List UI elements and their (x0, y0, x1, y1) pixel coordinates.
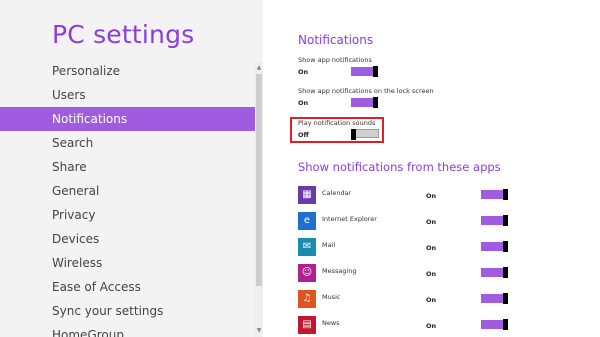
setting-lock-screen-notifications: Show app notifications on the lock scree… (298, 87, 434, 108)
setting-label: Show app notifications on the lock scree… (298, 87, 434, 95)
app-state: On (426, 244, 437, 252)
mail-icon: ✉ (298, 238, 316, 256)
app-state: On (426, 192, 437, 200)
app-name: Messaging (322, 267, 357, 275)
nav-item-privacy[interactable]: Privacy (0, 203, 255, 227)
calendar-notifications-toggle[interactable] (481, 189, 508, 200)
nav-item-label: Personalize (52, 64, 121, 78)
setting-label: Show app notifications (298, 56, 372, 64)
toggle-knob (503, 319, 508, 330)
nav-item-label: Wireless (52, 256, 103, 270)
setting-show-app-notifications: Show app notifications On (298, 56, 378, 77)
calendar-icon: ▦ (298, 186, 316, 204)
nav-item-label: Notifications (52, 112, 128, 126)
page-title: PC settings (52, 20, 195, 49)
nav-item-homegroup[interactable]: HomeGroup (0, 323, 255, 337)
scroll-down-arrow-icon[interactable]: ▼ (255, 327, 263, 335)
toggle-knob (503, 189, 508, 200)
nav-item-general[interactable]: General (0, 179, 255, 203)
nav-item-label: Devices (52, 232, 100, 246)
app-name: Mail (322, 241, 336, 249)
nav-item-devices[interactable]: Devices (0, 227, 255, 251)
toggle-knob (503, 293, 508, 304)
mail-notifications-toggle[interactable] (481, 241, 508, 252)
nav-item-label: Ease of Access (52, 280, 141, 294)
news-icon: ▤ (298, 316, 316, 334)
toggle-knob (373, 66, 378, 77)
nav-item-share[interactable]: Share (0, 155, 255, 179)
nav-item-label: Share (52, 160, 87, 174)
app-row-calendar: ▦ Calendar On (298, 186, 508, 206)
nav-item-label: General (52, 184, 100, 198)
toggle-knob (373, 97, 378, 108)
nav-list: Personalize Users Notifications Search S… (0, 59, 255, 337)
section-title-notifications: Notifications (298, 33, 374, 47)
content-pane: Notifications Show app notifications On … (263, 0, 600, 337)
app-row-internet-explorer: e Internet Explorer On (298, 212, 508, 232)
section-title-apps: Show notifications from these apps (298, 160, 501, 174)
nav-item-label: HomeGroup (52, 328, 124, 337)
nav-item-label: Search (52, 136, 94, 150)
lock-screen-notifications-toggle[interactable] (351, 97, 378, 108)
app-row-messaging: ☺ Messaging On (298, 264, 508, 284)
toggle-knob (503, 215, 508, 226)
nav-item-users[interactable]: Users (0, 83, 255, 107)
nav-item-label: Sync your settings (52, 304, 164, 318)
nav-scrollbar[interactable]: ▲ ▼ (255, 62, 263, 337)
show-app-notifications-toggle[interactable] (351, 66, 378, 77)
nav-item-sync-your-settings[interactable]: Sync your settings (0, 299, 255, 323)
app-name: Calendar (322, 189, 352, 197)
app-state: On (426, 270, 437, 278)
scroll-up-arrow-icon[interactable]: ▲ (255, 64, 263, 72)
nav-item-personalize[interactable]: Personalize (0, 59, 255, 83)
app-state: On (426, 218, 437, 226)
left-pane: PC settings Personalize Users Notificati… (0, 0, 263, 337)
nav-item-label: Privacy (52, 208, 96, 222)
internet-explorer-notifications-toggle[interactable] (481, 215, 508, 226)
app-row-news: ▤ News On (298, 316, 508, 336)
app-name: Internet Explorer (322, 215, 377, 223)
setting-state: On (298, 99, 309, 107)
messaging-notifications-toggle[interactable] (481, 267, 508, 278)
toggle-knob (503, 267, 508, 278)
news-notifications-toggle[interactable] (481, 319, 508, 330)
messaging-icon: ☺ (298, 264, 316, 282)
nav-item-notifications[interactable]: Notifications (0, 107, 255, 131)
highlight-box (290, 117, 384, 143)
internet-explorer-icon: e (298, 212, 316, 230)
nav-item-label: Users (52, 88, 86, 102)
music-icon: ♫ (298, 290, 316, 308)
app-name: Music (322, 293, 341, 301)
nav-item-ease-of-access[interactable]: Ease of Access (0, 275, 255, 299)
setting-state: On (298, 68, 309, 76)
app-state: On (426, 322, 437, 330)
scroll-thumb[interactable] (256, 74, 262, 286)
app-row-mail: ✉ Mail On (298, 238, 508, 258)
app-name: News (322, 319, 340, 327)
nav-item-wireless[interactable]: Wireless (0, 251, 255, 275)
nav-item-search[interactable]: Search (0, 131, 255, 155)
app-row-music: ♫ Music On (298, 290, 508, 310)
toggle-knob (503, 241, 508, 252)
app-state: On (426, 296, 437, 304)
music-notifications-toggle[interactable] (481, 293, 508, 304)
